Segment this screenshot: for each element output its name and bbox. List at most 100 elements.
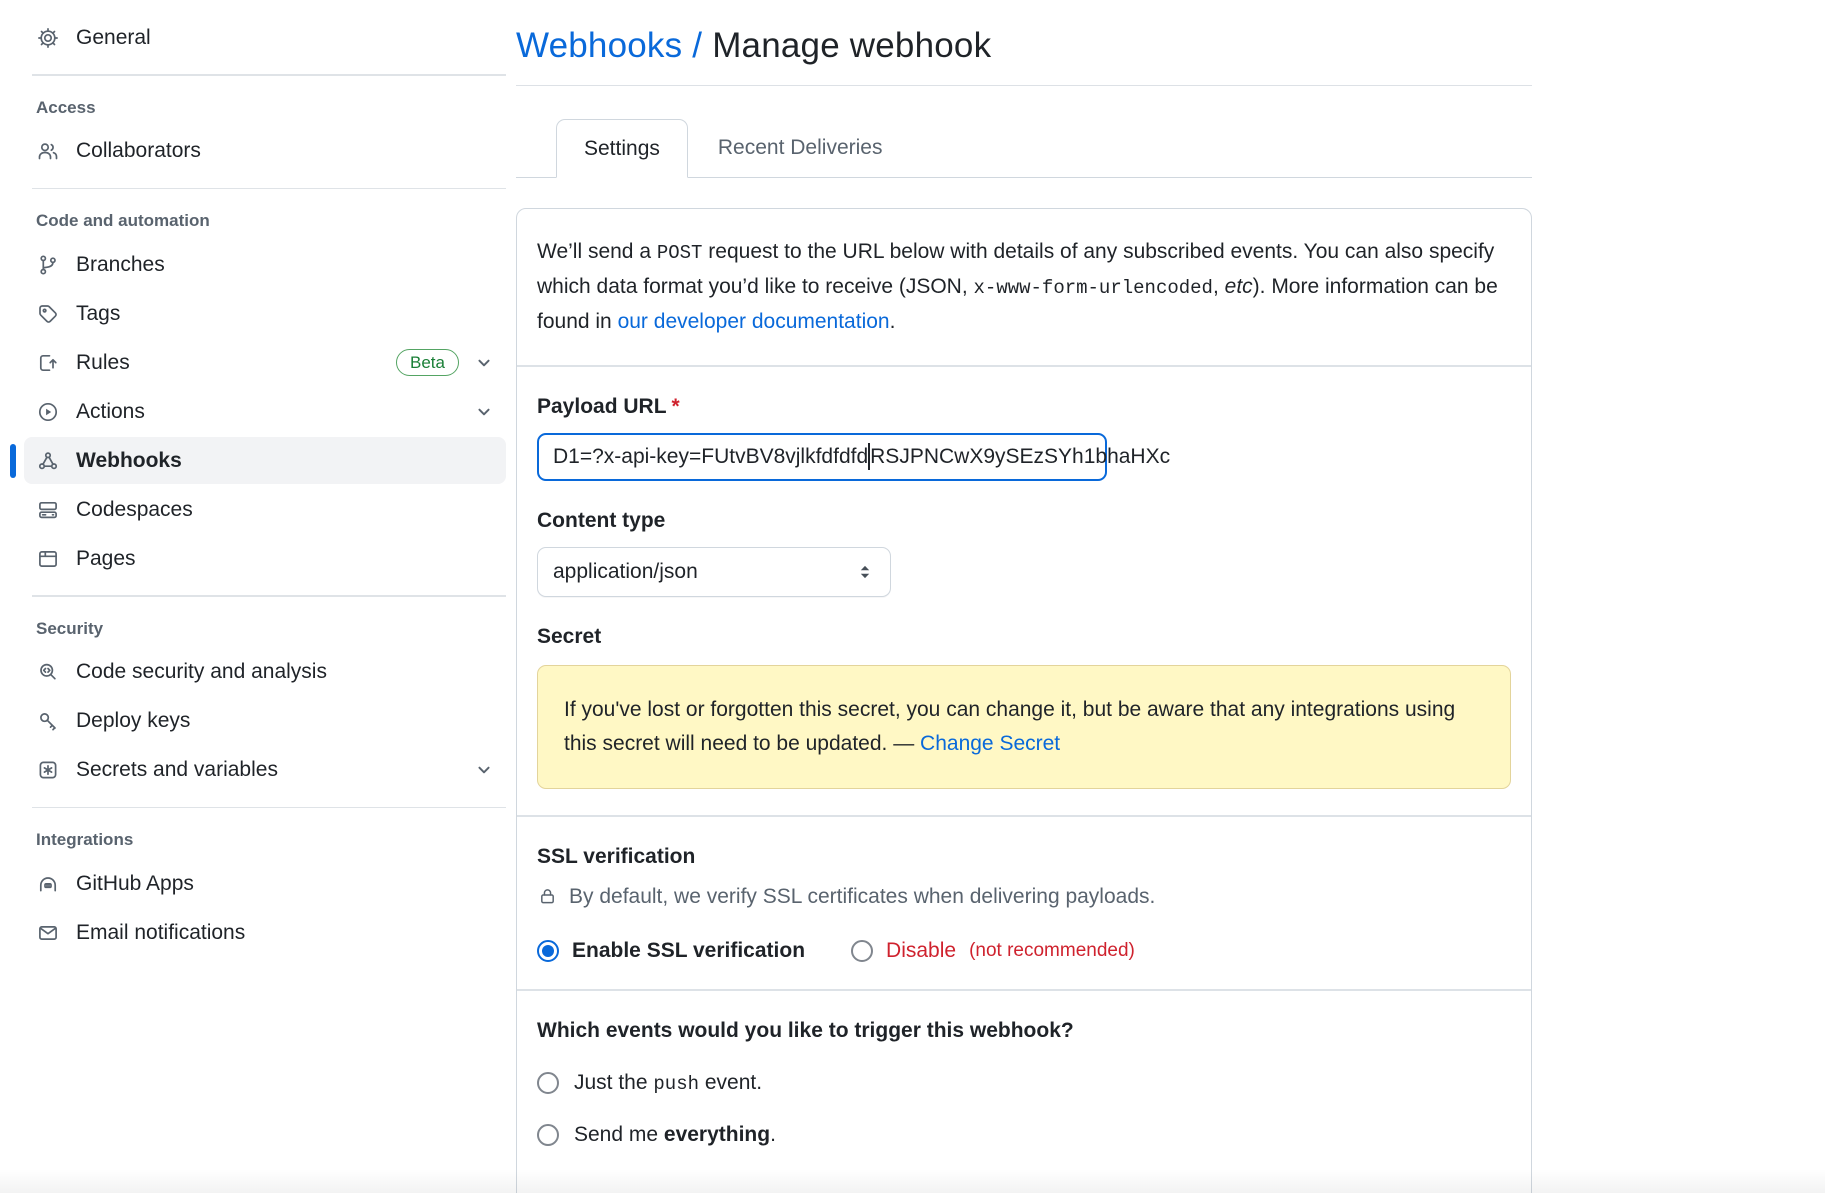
just-push-text: Just the	[574, 1071, 653, 1094]
radio-unchecked-icon[interactable]	[537, 1124, 559, 1146]
main-content: Webhooks / Manage webhook Settings Recent…	[516, 0, 1532, 1193]
payload-url-label-text: Payload URL	[537, 395, 667, 418]
page-title-text: Manage webhook	[712, 26, 991, 65]
radio-checked-icon[interactable]	[537, 940, 559, 962]
sidebar-divider	[32, 595, 506, 597]
send-everything-text: Send me	[574, 1123, 664, 1146]
codespaces-icon	[36, 498, 60, 522]
etc-italic: etc	[1225, 275, 1253, 298]
sidebar-section-security: Security	[24, 619, 506, 639]
sidebar-item-general[interactable]: General	[24, 14, 506, 61]
browser-icon	[36, 547, 60, 571]
radio-unchecked-icon[interactable]	[851, 940, 873, 962]
sidebar-item-label: Tags	[76, 302, 120, 326]
urlencoded-code: x-www-form-urlencoded	[974, 277, 1213, 299]
sidebar-item-email-notifications[interactable]: Email notifications	[24, 909, 506, 956]
sidebar-item-label: Secrets and variables	[76, 758, 278, 782]
sidebar-item-label: Deploy keys	[76, 709, 190, 733]
intro-paragraph: We’ll send a POST request to the URL bel…	[537, 235, 1511, 339]
sidebar-item-deploy-keys[interactable]: Deploy keys	[24, 698, 506, 745]
webhook-form-box: We’ll send a POST request to the URL bel…	[516, 208, 1532, 1193]
sidebar-item-collaborators[interactable]: Collaborators	[24, 128, 506, 175]
section-divider	[517, 989, 1531, 991]
push-code: push	[653, 1073, 699, 1095]
hubot-icon	[36, 872, 60, 896]
sidebar-item-secrets-variables[interactable]: Secrets and variables	[24, 747, 506, 794]
gear-icon	[36, 26, 60, 50]
webhooks-breadcrumb-link[interactable]: Webhooks /	[516, 26, 702, 65]
developer-docs-link[interactable]: our developer documentation	[618, 310, 890, 333]
tag-icon	[36, 302, 60, 326]
everything-bold: everything	[664, 1123, 770, 1146]
chevron-down-icon[interactable]	[474, 760, 494, 780]
page-title: Webhooks / Manage webhook	[516, 26, 1532, 86]
sidebar-item-github-apps[interactable]: GitHub Apps	[24, 860, 506, 907]
disable-ssl-radio-option[interactable]: Disable (not recommended)	[851, 939, 1135, 963]
sidebar-item-label: Code security and analysis	[76, 660, 327, 684]
settings-sidebar: General Access Collaborators Code and au…	[24, 12, 506, 958]
intro-text: We’ll send a	[537, 240, 657, 263]
chevron-down-icon[interactable]	[474, 402, 494, 422]
sidebar-item-label: GitHub Apps	[76, 872, 194, 896]
codescan-icon	[36, 660, 60, 684]
tab-settings[interactable]: Settings	[556, 119, 688, 178]
just-push-text: event.	[699, 1071, 762, 1094]
lock-icon	[537, 886, 558, 907]
intro-text: ,	[1213, 275, 1225, 298]
sidebar-item-label: Webhooks	[76, 449, 182, 473]
content-type-selected-value: application/json	[553, 560, 698, 584]
sidebar-item-label: Codespaces	[76, 498, 193, 522]
sidebar-item-tags[interactable]: Tags	[24, 290, 506, 337]
payload-url-label: Payload URL*	[537, 395, 1511, 419]
sidebar-item-rules[interactable]: Rules Beta	[24, 339, 506, 386]
sidebar-item-code-security[interactable]: Code security and analysis	[24, 649, 506, 696]
key-icon	[36, 709, 60, 733]
secret-warning-flash: If you've lost or forgotten this secret,…	[537, 665, 1511, 789]
tab-recent-deliveries[interactable]: Recent Deliveries	[688, 119, 913, 176]
chevron-down-icon[interactable]	[474, 353, 494, 373]
sidebar-item-codespaces[interactable]: Codespaces	[24, 486, 506, 533]
sidebar-item-label: Rules	[76, 351, 130, 375]
sidebar-item-label: Email notifications	[76, 921, 245, 945]
section-divider	[517, 365, 1531, 367]
disable-ssl-note: (not recommended)	[969, 940, 1135, 962]
sidebar-section-access: Access	[24, 98, 506, 118]
sidebar-divider	[32, 807, 506, 809]
sidebar-divider	[32, 74, 506, 76]
intro-text: .	[890, 310, 896, 333]
sidebar-item-secrets-extras	[474, 760, 494, 780]
mail-icon	[36, 921, 60, 945]
just-push-radio-option[interactable]: Just the push event.	[537, 1071, 1511, 1095]
send-everything-radio-option[interactable]: Send me everything.	[537, 1123, 1511, 1147]
github-webhook-settings-page: General Access Collaborators Code and au…	[0, 0, 1825, 1193]
ssl-description-row: By default, we verify SSL certificates w…	[537, 885, 1511, 909]
ssl-radio-group: Enable SSL verification Disable (not rec…	[537, 939, 1511, 963]
sidebar-item-label: Collaborators	[76, 139, 201, 163]
play-circle-icon	[36, 400, 60, 424]
git-branch-icon	[36, 253, 60, 277]
sidebar-item-actions-extras	[474, 402, 494, 422]
just-push-label: Just the push event.	[574, 1071, 762, 1095]
sidebar-item-pages[interactable]: Pages	[24, 535, 506, 582]
sidebar-item-label: Branches	[76, 253, 165, 277]
sidebar-item-label: Actions	[76, 400, 145, 424]
sidebar-item-webhooks[interactable]: Webhooks	[24, 437, 506, 484]
beta-badge: Beta	[396, 349, 459, 376]
sidebar-item-label: General	[76, 26, 151, 50]
change-secret-link[interactable]: Change Secret	[920, 732, 1060, 755]
rules-icon	[36, 351, 60, 375]
enable-ssl-radio-option[interactable]: Enable SSL verification	[537, 939, 805, 963]
payload-url-value-before-caret: D1=?x-api-key=FUtvBV8vjlkfdfdfd	[553, 445, 868, 469]
content-type-select[interactable]: application/json	[537, 547, 891, 597]
sidebar-divider	[32, 188, 506, 190]
sidebar-item-branches[interactable]: Branches	[24, 241, 506, 288]
tabnav: Settings Recent Deliveries	[516, 119, 1532, 178]
radio-unchecked-icon[interactable]	[537, 1072, 559, 1094]
webhook-icon	[36, 449, 60, 473]
secret-label: Secret	[537, 625, 1511, 649]
sidebar-item-label: Pages	[76, 547, 136, 571]
payload-url-value-after-caret: RSJPNCwX9ySEzSYh1bhaHXc	[870, 445, 1170, 469]
sidebar-section-integrations: Integrations	[24, 830, 506, 850]
sidebar-item-actions[interactable]: Actions	[24, 388, 506, 435]
payload-url-input[interactable]: D1=?x-api-key=FUtvBV8vjlkfdfdfdRSJPNCwX9…	[537, 433, 1107, 481]
